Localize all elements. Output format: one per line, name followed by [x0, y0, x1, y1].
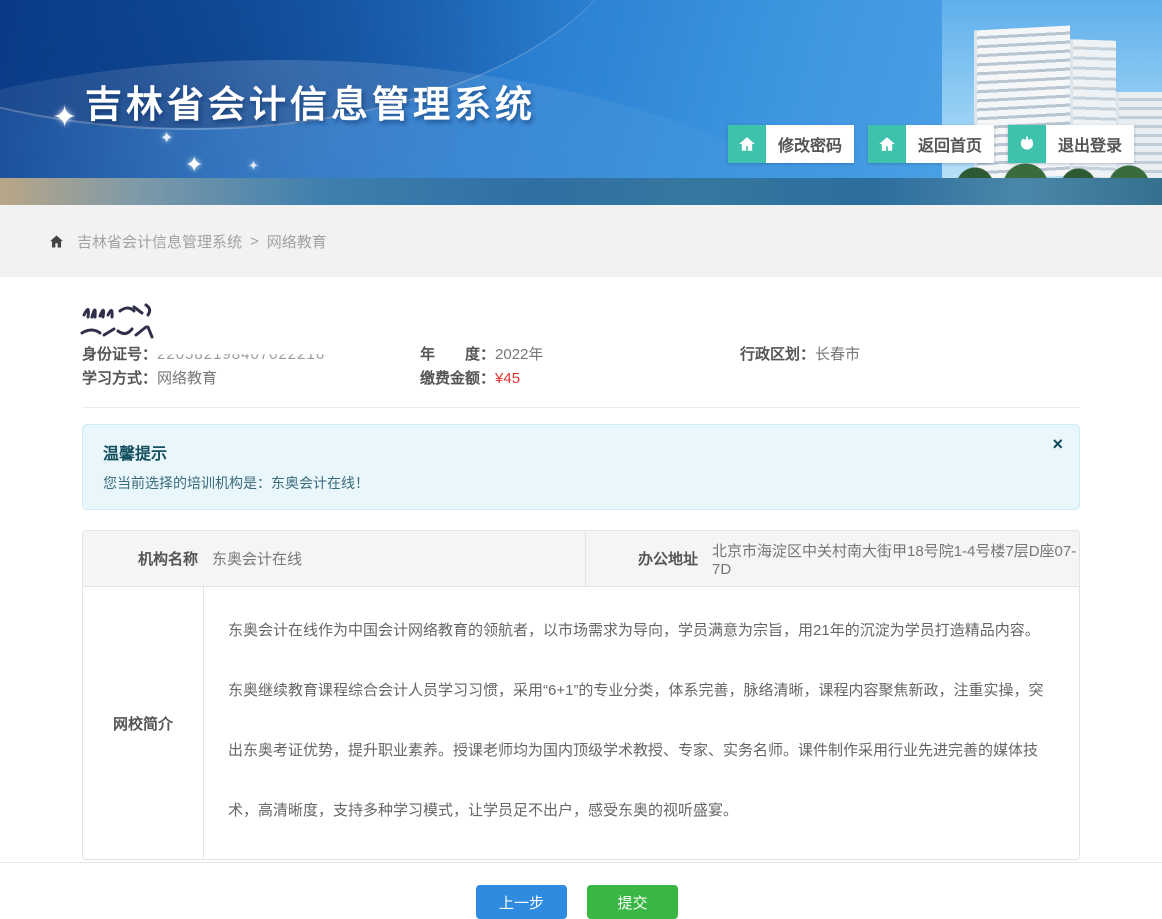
region-label: 行政区划： — [740, 346, 815, 363]
breadcrumb-current[interactable]: 网络教育 — [267, 231, 327, 252]
redaction-scribble — [76, 297, 186, 343]
home-icon — [728, 125, 766, 163]
year-label: 年 度： — [420, 346, 495, 363]
study-method-label: 学习方式： — [82, 370, 157, 387]
form-actions: 上一步 提交 — [82, 885, 1080, 919]
section-divider — [82, 407, 1080, 408]
id-number-label: 身份证号： — [82, 346, 157, 363]
org-address-label: 办公地址 — [638, 548, 698, 569]
previous-step-button[interactable]: 上一步 — [476, 885, 567, 919]
change-password-button[interactable]: 修改密码 — [728, 125, 854, 163]
scenery-strip — [0, 178, 1162, 205]
fee-field: 缴费金额：¥45 — [420, 369, 740, 389]
site-title: 吉林省会计信息管理系统 — [85, 74, 536, 128]
org-name-cell: 机构名称 东奥会计在线 — [83, 531, 586, 586]
id-number-value: 220582198407022216 — [157, 345, 325, 365]
breadcrumb-separator: > — [250, 233, 259, 250]
org-name-label: 机构名称 — [138, 548, 198, 569]
region-value: 长春市 — [815, 346, 860, 363]
header-actions: 修改密码 返回首页 退出登录 — [728, 125, 1134, 163]
org-address-cell: 办公地址 北京市海淀区中关村南大街甲18号院1-4号楼7层D座07-7D — [586, 531, 1079, 586]
profile-info: 身份证号：220582198407022216 年 度：2022年 行政区划：长… — [82, 345, 1080, 407]
sparkle-icon: ✦ — [52, 100, 77, 135]
fee-value: ¥45 — [495, 370, 520, 387]
power-icon — [1008, 125, 1046, 163]
org-table: 机构名称 东奥会计在线 办公地址 北京市海淀区中关村南大街甲18号院1-4号楼7… — [82, 530, 1080, 860]
sparkle-icon: ✦ — [248, 158, 259, 174]
notice-box: 温馨提示 您当前选择的培训机构是：东奥会计在线！ × — [82, 424, 1080, 510]
sparkle-icon: ✦ — [185, 152, 203, 178]
org-header-row: 机构名称 东奥会计在线 办公地址 北京市海淀区中关村南大街甲18号院1-4号楼7… — [83, 531, 1079, 587]
org-address-value: 北京市海淀区中关村南大街甲18号院1-4号楼7层D座07-7D — [712, 540, 1079, 578]
org-intro-row: 网校简介 东奥会计在线作为中国会计网络教育的领航者，以市场需求为导向，学员满意为… — [83, 587, 1079, 859]
org-intro-label: 网校简介 — [83, 587, 204, 859]
user-name-redacted — [82, 293, 1080, 345]
year-value: 2022年 — [495, 346, 543, 363]
header-banner: 吉林省会计信息管理系统 ✦ ✦ ✦ ✦ 修改密码 返回首页 退出登录 — [0, 0, 1162, 178]
change-password-label: 修改密码 — [766, 125, 854, 163]
org-name-value: 东奥会计在线 — [212, 548, 302, 569]
footer-divider — [0, 862, 1162, 863]
return-home-label: 返回首页 — [906, 125, 994, 163]
return-home-button[interactable]: 返回首页 — [868, 125, 994, 163]
notice-title: 温馨提示 — [103, 440, 1059, 464]
year-field: 年 度：2022年 — [420, 345, 740, 365]
notice-message: 您当前选择的培训机构是：东奥会计在线！ — [103, 473, 1059, 493]
org-intro-text: 东奥会计在线作为中国会计网络教育的领航者，以市场需求为导向，学员满意为宗旨，用2… — [204, 587, 1079, 859]
home-icon — [868, 125, 906, 163]
close-icon[interactable]: × — [1052, 435, 1063, 453]
logout-button[interactable]: 退出登录 — [1008, 125, 1134, 163]
region-field: 行政区划：长春市 — [740, 345, 1080, 365]
study-method-field: 学习方式：网络教育 — [82, 369, 420, 389]
logout-label: 退出登录 — [1046, 125, 1134, 163]
breadcrumb: 吉林省会计信息管理系统 > 网络教育 — [0, 205, 1162, 277]
id-number-field: 身份证号：220582198407022216 — [82, 345, 420, 365]
home-icon — [48, 233, 65, 250]
main-content: 身份证号：220582198407022216 年 度：2022年 行政区划：长… — [0, 293, 1162, 919]
study-method-value: 网络教育 — [157, 370, 217, 387]
submit-button[interactable]: 提交 — [587, 885, 678, 919]
breadcrumb-root[interactable]: 吉林省会计信息管理系统 — [77, 231, 242, 252]
fee-label: 缴费金额： — [420, 370, 495, 387]
sparkle-icon: ✦ — [160, 128, 173, 148]
